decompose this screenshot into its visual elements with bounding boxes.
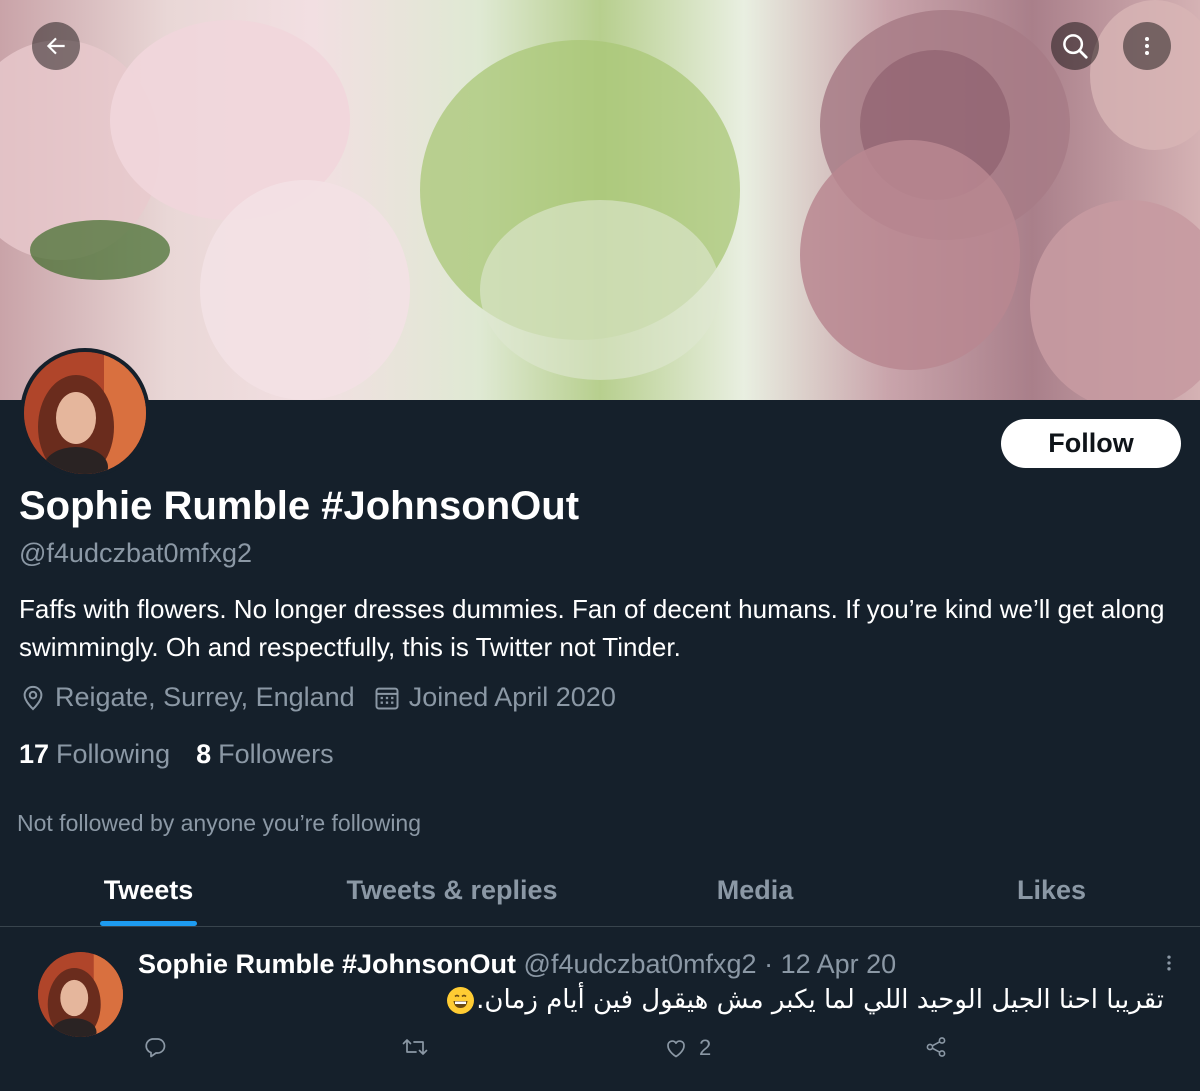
profile-banner bbox=[0, 0, 1200, 400]
tweet-avatar[interactable] bbox=[38, 952, 123, 1037]
followers-label: Followers bbox=[218, 739, 334, 769]
more-vertical-icon bbox=[1167, 955, 1171, 971]
search-icon bbox=[1063, 34, 1088, 59]
location-pin-icon bbox=[23, 685, 43, 710]
reply-icon bbox=[145, 1038, 166, 1058]
tweet-more-button[interactable] bbox=[1155, 949, 1183, 977]
heart-icon bbox=[667, 1040, 685, 1058]
following-link[interactable]: 17 Following bbox=[19, 739, 170, 770]
tab-tweets[interactable]: Tweets bbox=[0, 855, 297, 926]
tweet-author-handle[interactable]: @f4udczbat0mfxg2 bbox=[524, 949, 757, 979]
back-button[interactable] bbox=[32, 22, 80, 70]
not-followed-notice: Not followed by anyone you’re following bbox=[17, 810, 422, 836]
profile-meta: Reigate, Surrey, England Joined April 20… bbox=[19, 682, 616, 713]
profile-location: Reigate, Surrey, England bbox=[55, 682, 355, 712]
share-button[interactable] bbox=[923, 1035, 949, 1059]
tweet-text: تقريبا احنا الجيل الوحيد اللي لما يكبر م… bbox=[476, 985, 1164, 1015]
tab-likes[interactable]: Likes bbox=[903, 855, 1200, 926]
followers-link[interactable]: 8 Followers bbox=[196, 739, 334, 770]
like-count: 2 bbox=[699, 1035, 712, 1060]
tweet-date[interactable]: · 12 Apr 20 bbox=[757, 949, 896, 979]
following-label: Following bbox=[56, 739, 171, 769]
retweet-icon bbox=[402, 1039, 428, 1055]
calendar-icon bbox=[375, 687, 399, 709]
tab-media[interactable]: Media bbox=[607, 855, 903, 926]
tweet-author-name[interactable]: Sophie Rumble #JohnsonOut bbox=[138, 949, 516, 979]
reply-button[interactable] bbox=[143, 1035, 167, 1059]
profile-name: Sophie Rumble #JohnsonOut bbox=[19, 484, 580, 528]
back-arrow-icon bbox=[46, 37, 65, 55]
tweet[interactable]: Sophie Rumble #JohnsonOut @f4udczbat0mfx… bbox=[0, 927, 1200, 1091]
tweet-header: Sophie Rumble #JohnsonOut @f4udczbat0mfx… bbox=[138, 949, 896, 980]
more-vertical-icon bbox=[1145, 37, 1149, 55]
followers-count: 8 bbox=[196, 739, 212, 769]
tab-tweets-replies[interactable]: Tweets & replies bbox=[297, 855, 607, 926]
follow-button[interactable]: Follow bbox=[1001, 419, 1181, 468]
like-button[interactable]: 2 bbox=[663, 1035, 711, 1061]
profile-joined-date: Joined April 2020 bbox=[408, 682, 616, 712]
profile-bio: Faffs with flowers. No longer dresses du… bbox=[19, 594, 1165, 662]
profile-tabs: Tweets Tweets & replies Media Likes bbox=[0, 855, 1200, 927]
profile-handle: @f4udczbat0mfxg2 bbox=[19, 538, 253, 568]
profile-avatar[interactable] bbox=[20, 348, 150, 478]
active-tab-indicator bbox=[100, 921, 197, 926]
profile-counts: 17 Following 8 Followers bbox=[19, 739, 334, 770]
following-count: 17 bbox=[19, 739, 50, 769]
share-icon bbox=[926, 1037, 946, 1057]
tweet-actions: 2 bbox=[0, 1035, 1200, 1069]
grinning-face-emoji-icon bbox=[447, 987, 475, 1014]
tweet-text-row: تقريبا احنا الجيل الوحيد اللي لما يكبر م… bbox=[138, 985, 1164, 1015]
search-button[interactable] bbox=[1051, 22, 1099, 70]
tab-label: Likes bbox=[1016, 875, 1087, 905]
retweet-button[interactable] bbox=[401, 1035, 429, 1059]
more-options-button[interactable] bbox=[1123, 22, 1171, 70]
tab-label: Tweets bbox=[103, 875, 194, 905]
tab-label: Tweets & replies bbox=[346, 875, 558, 905]
tab-label: Media bbox=[716, 875, 794, 905]
